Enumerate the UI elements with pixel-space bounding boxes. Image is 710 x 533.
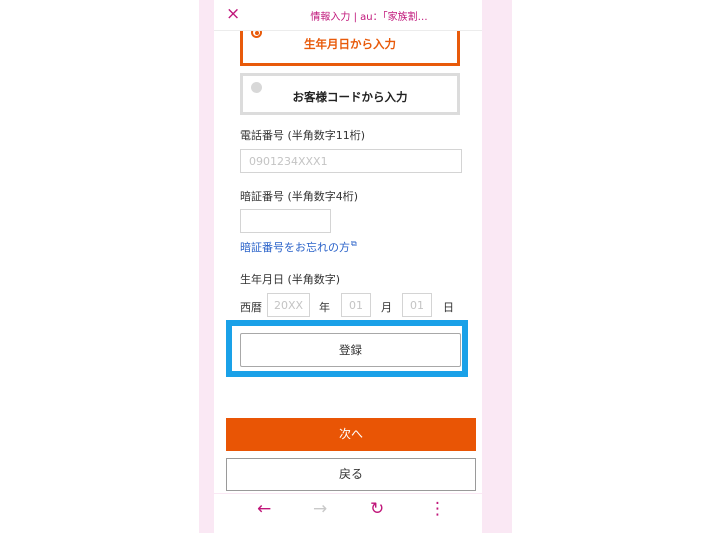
forgot-pin-link[interactable]: 暗証番号をお忘れの方⧉ xyxy=(240,239,357,255)
menu-icon[interactable]: ⋮ xyxy=(429,499,446,519)
month-unit-label: 月 xyxy=(381,301,392,314)
birth-day-input[interactable] xyxy=(402,293,432,317)
birthdate-label: 生年月日 (半角数字) xyxy=(240,273,341,286)
back-button[interactable]: 戻る xyxy=(226,458,476,491)
year-unit-label: 年 xyxy=(319,301,330,314)
next-button[interactable]: 次へ xyxy=(226,418,476,451)
radio-option-customer-code[interactable]: お客様コードから入力 xyxy=(240,73,460,115)
birth-month-input[interactable] xyxy=(341,293,371,317)
radio-option-birthdate[interactable]: 生年月日から入力 xyxy=(240,31,460,66)
radio-option-birthdate-label: 生年月日から入力 xyxy=(304,37,396,51)
phone-number-label: 電話番号 (半角数字11桁) xyxy=(240,129,366,142)
era-label: 西暦 xyxy=(240,301,262,314)
pin-input[interactable] xyxy=(240,209,331,233)
browser-top-bar: × 情報入力 | au：「家族割… xyxy=(214,0,482,31)
close-icon[interactable]: × xyxy=(226,4,240,24)
browser-bottom-nav: ← → ↻ ⋮ xyxy=(214,494,482,533)
radio-option-customer-code-label: お客様コードから入力 xyxy=(292,90,408,104)
forgot-pin-link-text: 暗証番号をお忘れの方 xyxy=(240,241,350,254)
reload-icon[interactable]: ↻ xyxy=(370,499,384,519)
phone-screen: × 情報入力 | au：「家族割… 生年月日から入力 お客様コードから入力 電話… xyxy=(199,0,512,533)
pin-label: 暗証番号 (半角数字4桁) xyxy=(240,190,359,203)
phone-number-input[interactable] xyxy=(240,149,462,173)
form-content: 生年月日から入力 お客様コードから入力 電話番号 (半角数字11桁) 暗証番号 … xyxy=(214,31,482,493)
page-title: 情報入力 | au：「家族割… xyxy=(310,12,428,23)
forward-arrow-icon[interactable]: → xyxy=(313,499,327,519)
register-button[interactable]: 登録 xyxy=(240,333,461,367)
birth-year-input[interactable] xyxy=(267,293,310,317)
back-arrow-icon[interactable]: ← xyxy=(257,499,271,519)
day-unit-label: 日 xyxy=(443,301,454,314)
external-link-icon: ⧉ xyxy=(351,239,357,248)
